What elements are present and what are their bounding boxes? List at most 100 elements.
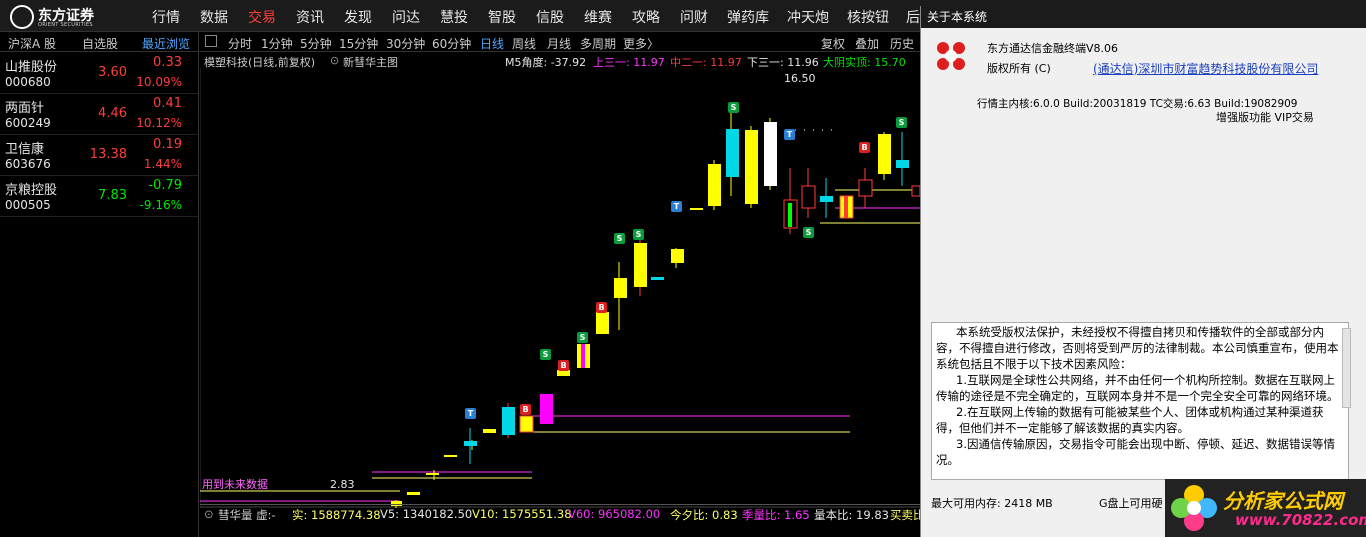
nav-hangqing[interactable]: 行情 [152, 7, 180, 27]
notice-scrollbar[interactable] [1342, 328, 1351, 408]
nav-xingu[interactable]: 信股 [536, 7, 564, 27]
volume-indicator-name[interactable]: 彗华量 虚:- [218, 507, 276, 523]
nav-huitou[interactable]: 慧投 [440, 7, 468, 27]
nav-zhigu[interactable]: 智股 [488, 7, 516, 27]
about-disk: G盘上可用硬 [1099, 497, 1163, 510]
sell-signal-icon: S [540, 349, 551, 360]
nav-heanniu[interactable]: 核按钮 [847, 7, 889, 27]
nav-danyaoku[interactable]: 弹药库 [727, 7, 769, 27]
tab-recent[interactable]: 最近浏览 [142, 35, 190, 52]
stock-name: 卫信康 [5, 142, 45, 157]
about-dialog: 关于本系统 东方通达信金融终端V8.06 版权所有 (C) (通达信)深圳市财富… [920, 6, 1366, 537]
stock-code: 603676 [5, 157, 51, 171]
volume-indicator-icon[interactable]: ⊙ [204, 507, 214, 521]
sell-signal-icon: S [633, 229, 644, 240]
sell-signal-icon: S [803, 227, 814, 238]
tab-shenhu-a[interactable]: 沪深A 股 [8, 35, 56, 52]
nav-jiaoyi[interactable]: 交易 [248, 7, 276, 27]
period-multi[interactable]: 多周期 [580, 35, 616, 52]
period-30min[interactable]: 30分钟 [386, 35, 425, 52]
stock-price: 7.83 [98, 188, 127, 203]
layout-toggle-icon[interactable] [205, 35, 217, 47]
volume-v10: V10: 1575551.38 [472, 507, 572, 521]
volume-v5: V5: 1340182.50 [380, 507, 473, 521]
t-signal-icon: T [465, 408, 476, 419]
brand-subtitle: ORIENT SECURITIES [38, 22, 93, 28]
today-ratio: 今夕比: 0.83 [670, 508, 738, 522]
period-5min[interactable]: 5分钟 [300, 35, 332, 52]
notice-paragraph: 3.因通信传输原因，交易指令可能会出现中断、停顿、延迟、数据错误等情况。 [936, 437, 1335, 467]
about-dialog-title[interactable]: 关于本系统 [921, 6, 1366, 28]
nav-chongtianpao[interactable]: 冲天炮 [787, 7, 829, 27]
future-data-label: 用到未来数据 [202, 478, 268, 491]
candle [690, 208, 703, 210]
about-notice-box[interactable]: 本系统受版权法保护，未经授权不得擅自拷贝和传播软件的全部或部分内容，不得擅自进行… [931, 322, 1349, 480]
peak-price-label: 16.50 [784, 72, 816, 85]
nav-zixun[interactable]: 资讯 [296, 7, 324, 27]
period-60min[interactable]: 60分钟 [432, 35, 471, 52]
list-item[interactable]: 两面针 600249 4.46 0.41 10.12% [0, 95, 199, 135]
about-features: 增强版功能 VIP交易 [1216, 111, 1314, 124]
stock-change: 0.41 [153, 96, 182, 111]
candle [878, 132, 891, 180]
stock-price: 13.38 [89, 147, 127, 162]
about-company-link[interactable]: (通达信)深圳市财富趋势科技股份有限公司 [1093, 60, 1318, 77]
nav-more[interactable]: 后 [906, 7, 920, 27]
watermark: 分析家公式网 www.70822.com [1165, 479, 1366, 537]
tdx-logo-icon [937, 42, 965, 70]
period-more[interactable]: 更多〉 [623, 35, 659, 52]
nav-faxian[interactable]: 发现 [344, 7, 372, 27]
stock-percent: -9.16% [139, 198, 182, 212]
candle [614, 262, 627, 330]
list-item[interactable]: 山推股份 000680 3.60 0.33 10.09% [0, 54, 199, 94]
kline-chart-area[interactable]: 分时 1分钟 5分钟 15分钟 30分钟 60分钟 日线 周线 月线 多周期 更… [200, 32, 925, 537]
period-weekly[interactable]: 周线 [512, 35, 536, 52]
nav-wenda[interactable]: 问达 [392, 7, 420, 27]
candle [911, 185, 920, 197]
buy-signal-icon: B [859, 142, 870, 153]
period-monthly[interactable]: 月线 [547, 35, 571, 52]
stock-name: 两面针 [5, 101, 45, 116]
period-toolbar: 分时 1分钟 5分钟 15分钟 30分钟 60分钟 日线 周线 月线 多周期 更… [200, 32, 920, 52]
sell-signal-icon: S [577, 332, 588, 343]
volume-divider [200, 504, 920, 505]
fuquan-button[interactable]: 复权 [821, 35, 845, 52]
nav-gonglue[interactable]: 攻略 [632, 7, 660, 27]
nav-wencai[interactable]: 问财 [680, 7, 708, 27]
period-1min[interactable]: 1分钟 [261, 35, 293, 52]
list-item[interactable]: 卫信康 603676 13.38 0.19 1.44% [0, 136, 199, 176]
left-tab-bar: 沪深A 股 自选股 最近浏览 [0, 32, 199, 52]
period-15min[interactable]: 15分钟 [339, 35, 378, 52]
candle [726, 112, 739, 196]
candle [801, 168, 816, 218]
watermark-title: 分析家公式网 [1223, 489, 1343, 513]
stock-code: 600249 [5, 116, 51, 130]
indicator-select-icon[interactable]: ⊙ [330, 54, 339, 67]
stock-code: 000680 [5, 75, 51, 89]
stock-price: 3.60 [98, 65, 127, 80]
list-item[interactable]: 京粮控股 000505 7.83 -0.79 -9.16% [0, 177, 199, 217]
candle [502, 403, 515, 438]
candlestick-plot [200, 68, 920, 508]
watermark-url: www.70822.com [1235, 511, 1366, 529]
nav-weisai[interactable]: 维赛 [584, 7, 612, 27]
base-ratio: 量本比: 19.83 [814, 508, 889, 522]
t-signal-icon: T [784, 129, 795, 140]
candle [540, 394, 553, 424]
history-button[interactable]: 历史 [890, 35, 914, 52]
candle [577, 344, 590, 368]
notice-paragraph: 本系统受版权法保护，未经授权不得擅自拷贝和传播软件的全部或部分内容，不得擅自进行… [936, 325, 1339, 371]
overlay-button[interactable]: 叠加 [855, 35, 879, 52]
sell-signal-icon: S [728, 102, 739, 113]
stock-percent: 10.09% [136, 75, 182, 89]
candle [519, 415, 534, 433]
candle [858, 168, 873, 208]
period-daily[interactable]: 日线 [480, 35, 504, 52]
stock-name: 山推股份 [5, 60, 58, 75]
candle [464, 428, 477, 464]
candle [483, 429, 496, 433]
stock-percent: 10.12% [136, 116, 182, 130]
nav-shuju[interactable]: 数据 [200, 7, 228, 27]
period-fenshi[interactable]: 分时 [228, 35, 252, 52]
tab-favorites[interactable]: 自选股 [82, 35, 118, 52]
